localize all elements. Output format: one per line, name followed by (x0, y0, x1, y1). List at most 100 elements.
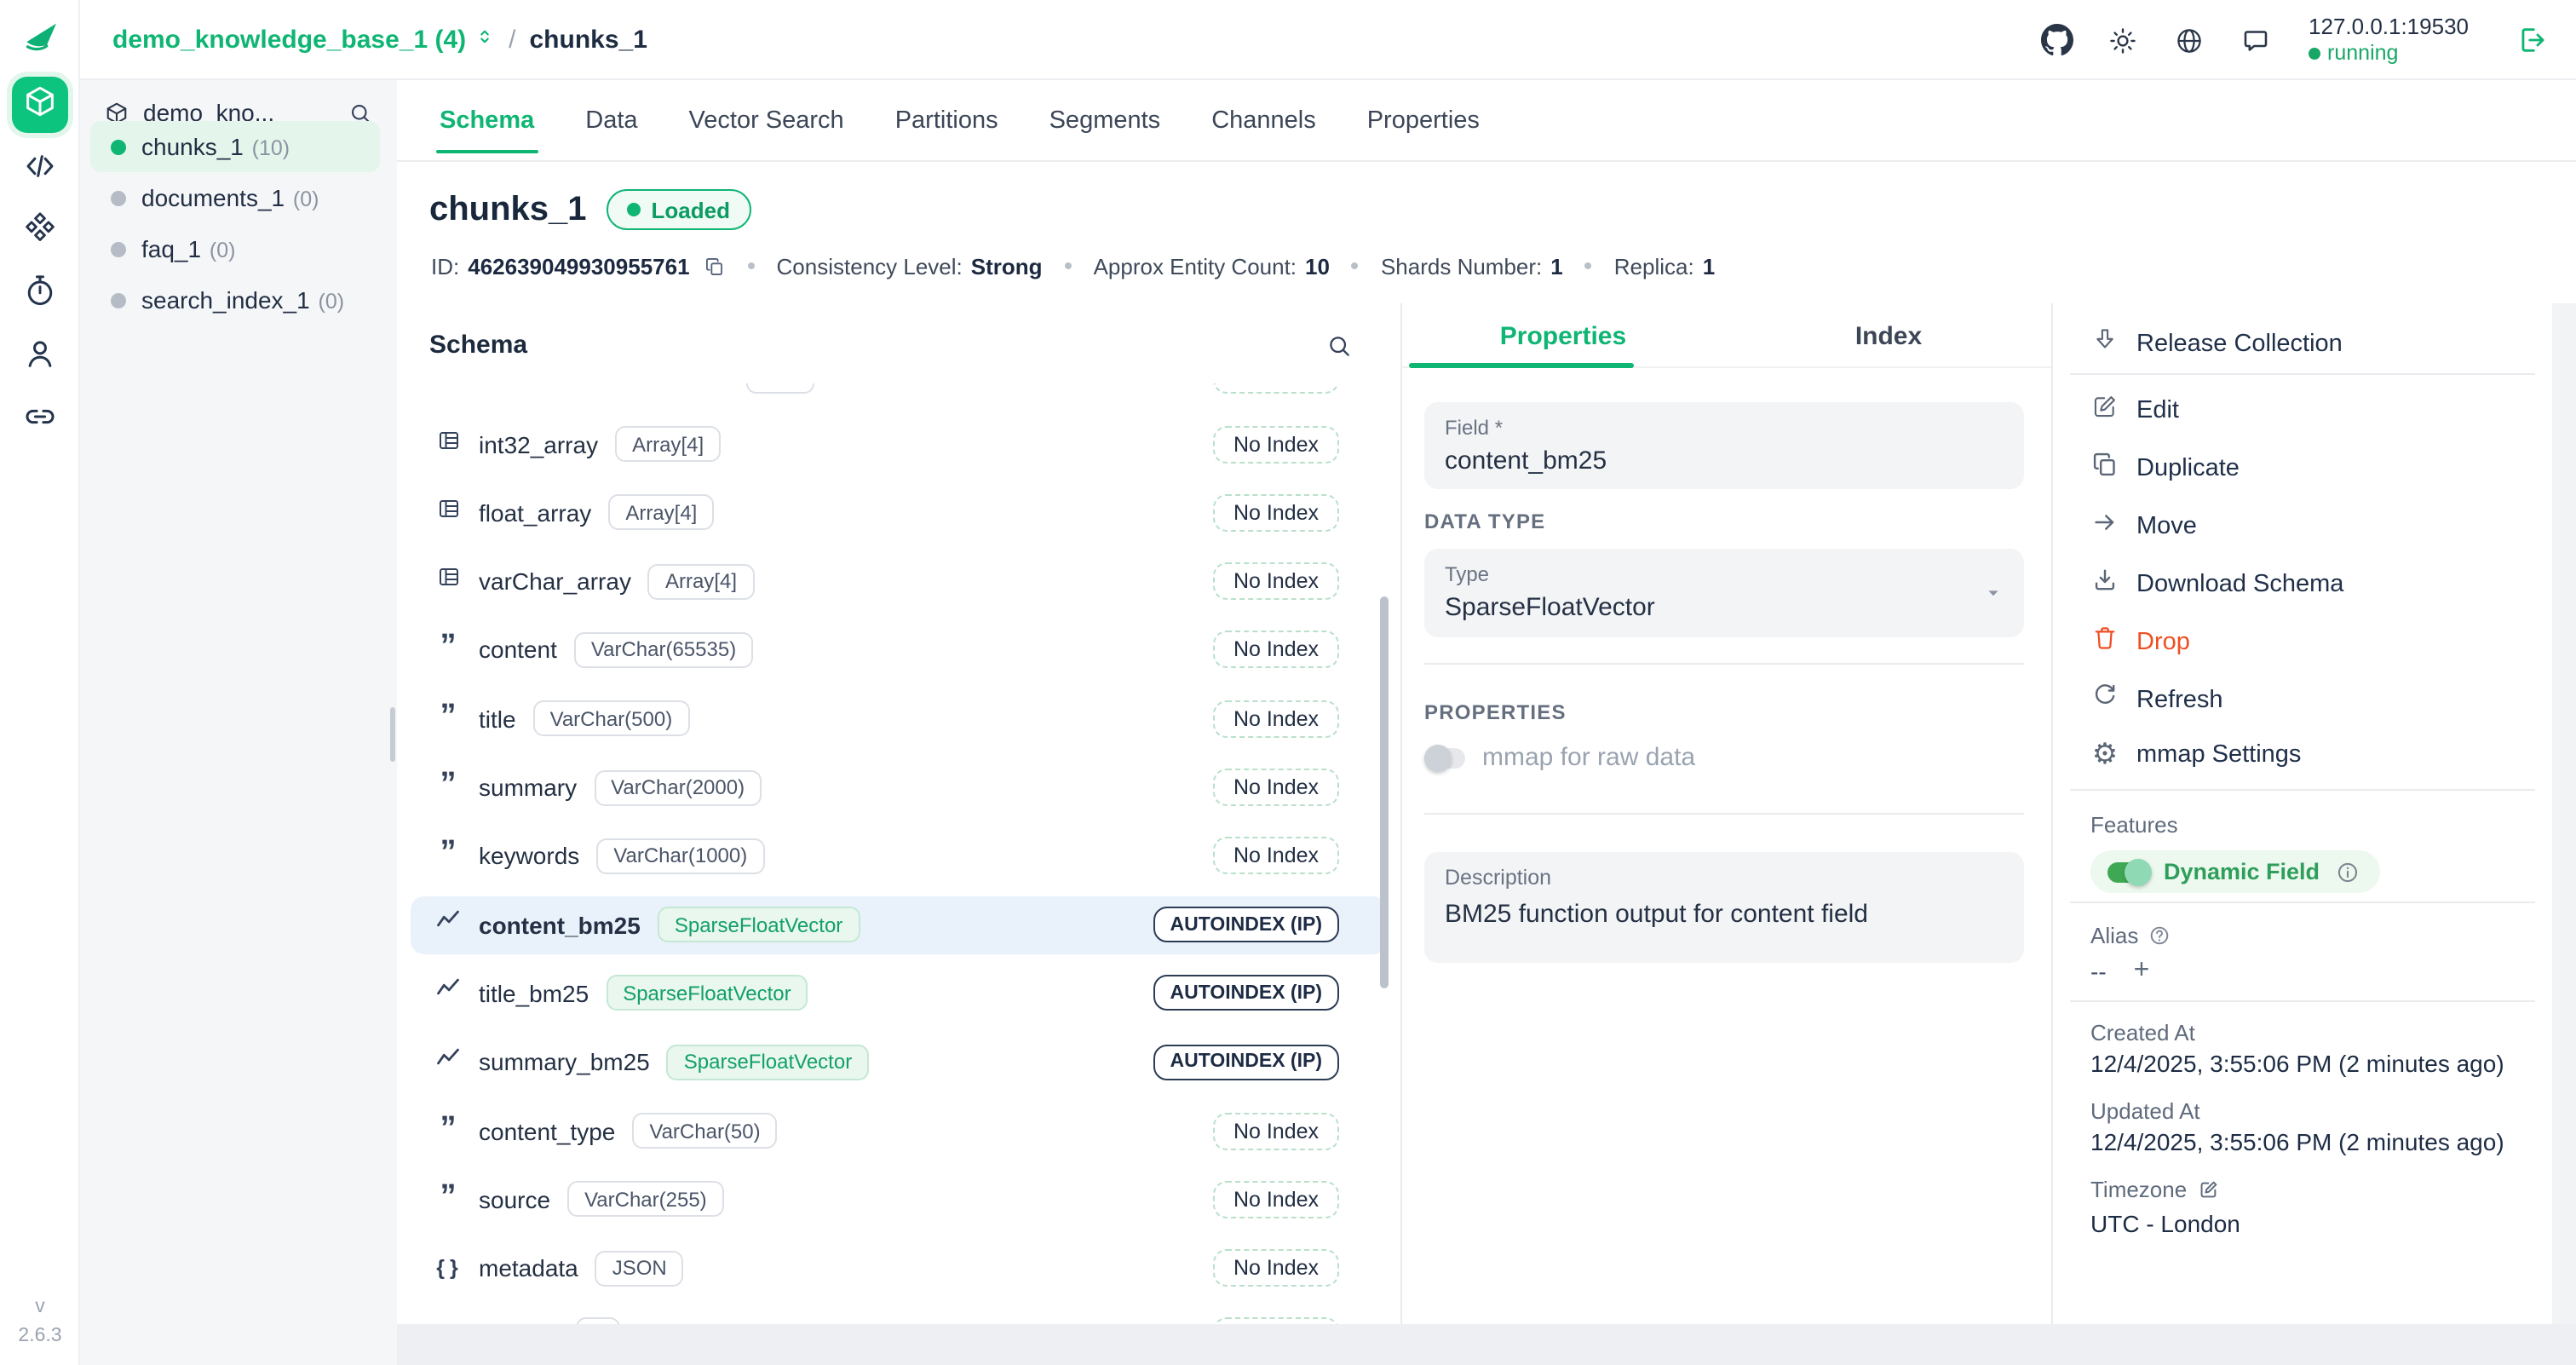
field-index-chip: No Index (1213, 700, 1339, 737)
question-circle-icon[interactable] (2148, 924, 2171, 947)
info-separator-dot (1065, 262, 1072, 269)
action-label: Release Collection (2136, 331, 2343, 358)
feedback-chat-icon[interactable] (2235, 20, 2276, 60)
varchar-field-icon: ” (440, 1120, 457, 1141)
release-collection-button[interactable]: Release Collection (2090, 320, 2343, 368)
properties-section-label: PROPERTIES (1424, 700, 1567, 724)
duplicate-button[interactable]: Duplicate (2090, 445, 2240, 492)
field-index-chip[interactable]: AUTOINDEX (IP) (1153, 1044, 1340, 1080)
rail-database-cube-icon[interactable] (12, 77, 68, 133)
field-index-chip[interactable]: AUTOINDEX (IP) (1153, 976, 1340, 1011)
rail-monitoring-stopwatch-icon[interactable] (12, 266, 68, 322)
type-label: Type (1445, 562, 2004, 586)
tab-vector-search[interactable]: Vector Search (689, 80, 844, 162)
breadcrumb-database[interactable]: demo_knowledge_base_1 (4) (112, 26, 495, 55)
connections-link-icon (22, 398, 58, 442)
add-alias-button[interactable]: + (2134, 958, 2150, 985)
schema-row-float_array[interactable]: float_arrayArray[4]No Index (411, 484, 1387, 542)
field-index-chip: No Index (1213, 494, 1339, 532)
timezone-label-text: Timezone (2090, 1177, 2187, 1202)
schema-row-keywords[interactable]: ”keywordsVarChar(1000)No Index (411, 827, 1387, 885)
nav-rail: v 2.6.3 (0, 0, 80, 1365)
rail-users-icon[interactable] (12, 329, 68, 385)
schema-row-content_type[interactable]: ”content_typeVarChar(50)No Index (411, 1102, 1387, 1160)
move-button[interactable]: Move (2090, 503, 2197, 550)
action-label: Drop (2136, 629, 2190, 656)
tab-channels[interactable]: Channels (1211, 80, 1316, 162)
rail-connections-link-icon[interactable] (12, 392, 68, 448)
field-type-chip: Array[4] (648, 563, 754, 599)
github-icon[interactable] (2036, 20, 2077, 60)
download-schema-button[interactable]: Download Schema (2090, 561, 2343, 608)
info-label: Replica: (1614, 253, 1694, 279)
tab-properties[interactable]: Properties (1367, 80, 1480, 162)
varchar-field-icon: ” (440, 708, 457, 729)
mmap-toggle[interactable] (1424, 747, 1465, 768)
schema-row-title[interactable]: ”titleVarChar(500)No Index (411, 689, 1387, 747)
schema-row-source[interactable]: ”sourceVarChar(255)No Index (411, 1171, 1387, 1229)
breadcrumb-collection: chunks_1 (530, 26, 647, 55)
dynamic-field-toggle[interactable] (2107, 861, 2148, 882)
download-icon (2090, 566, 2119, 603)
schema-scrollbar-thumb[interactable] (1380, 596, 1389, 988)
top-bar: demo_knowledge_base_1 (4) / chunks_1 127… (0, 0, 2576, 80)
theme-light-icon[interactable] (2102, 20, 2143, 60)
sidebar-collection-faq_1[interactable]: faq_1 (0) (90, 223, 380, 274)
field-type-chip: SparseFloatVector (606, 976, 808, 1011)
loaded-status-badge[interactable]: Loaded (607, 189, 750, 230)
schema-row-summary[interactable]: ”summaryVarChar(2000)No Index (411, 758, 1387, 816)
rail-code-playground-icon[interactable] (12, 141, 68, 198)
type-select[interactable]: Type SparseFloatVector (1424, 549, 2024, 637)
schema-field-list: No Index int32_arrayArray[4]No Index float… (397, 383, 1400, 1324)
field-index-chip[interactable]: AUTOINDEX (IP) (1153, 907, 1340, 942)
language-globe-icon[interactable] (2169, 20, 2210, 60)
schema-row-title_bm25[interactable]: title_bm25SparseFloatVectorAUTOINDEX (IP… (411, 965, 1387, 1022)
connection-info: 127.0.0.1:19530 running (2309, 13, 2469, 67)
sidebar-collection-documents_1[interactable]: documents_1 (0) (90, 172, 380, 223)
rail-cluster-diamonds-icon[interactable] (12, 203, 68, 259)
sidebar-resize-handle[interactable] (390, 707, 395, 762)
refresh-button[interactable]: Refresh (2090, 677, 2223, 724)
schema-row-summary_bm25[interactable]: summary_bm25SparseFloatVectorAUTOINDEX (… (411, 1033, 1387, 1091)
field-tab-properties[interactable]: Properties (1400, 303, 1726, 368)
status-dot (2309, 48, 2320, 60)
tabs-divider (397, 160, 2576, 162)
schema-row-content[interactable]: ”contentVarChar(65535)No Index (411, 621, 1387, 679)
milvus-logo[interactable] (20, 15, 61, 56)
edit-button[interactable]: Edit (2090, 387, 2179, 435)
schema-row-metadata[interactable]: { }metadataJSONNo Index (411, 1239, 1387, 1297)
info-circle-icon[interactable] (2335, 860, 2359, 884)
field-name-box[interactable]: Field * content_bm25 (1424, 402, 2024, 489)
action-label: Edit (2136, 397, 2179, 424)
info-label: ID: (431, 253, 459, 279)
info-label: Shards Number: (1381, 253, 1542, 279)
sidebar-collection-search_index_1[interactable]: search_index_1 (0) (90, 274, 380, 325)
drop-button[interactable]: Drop (2090, 619, 2190, 666)
breadcrumb-separator: / (509, 26, 515, 55)
details-divider-2 (2070, 1000, 2535, 1002)
field-tab-index[interactable]: Index (1726, 303, 2051, 368)
sidebar-collection-chunks_1[interactable]: chunks_1 (10) (90, 121, 380, 172)
disconnect-logout-icon[interactable] (2511, 20, 2552, 60)
schema-row-varChar_array[interactable]: varChar_arrayArray[4]No Index (411, 552, 1387, 610)
array-field-icon (435, 427, 461, 461)
dynamic-field-pill[interactable]: Dynamic Field (2090, 850, 2379, 893)
varchar-field-icon: ” (440, 777, 457, 798)
mmap-settings-button[interactable]: ⚙mmap Settings (2090, 731, 2301, 779)
tab-data[interactable]: Data (585, 80, 637, 162)
tab-partitions[interactable]: Partitions (895, 80, 998, 162)
varchar-field-icon: ” (440, 846, 457, 867)
edit-timezone-icon[interactable] (2197, 1178, 2219, 1201)
right-scrollbar-track[interactable] (2552, 303, 2576, 1324)
tab-schema[interactable]: Schema (440, 80, 534, 162)
schema-row-int32_array[interactable]: int32_arrayArray[4]No Index (411, 415, 1387, 473)
timezone-value: UTC - London (2090, 1210, 2240, 1237)
field-type-chip: VarChar(65535) (574, 632, 753, 668)
copy-icon[interactable] (704, 255, 726, 277)
schema-row-content_bm25[interactable]: content_bm25SparseFloatVectorAUTOINDEX (… (411, 896, 1387, 953)
schema-search-icon[interactable] (1325, 332, 1353, 368)
description-box[interactable]: Description BM25 function output for con… (1424, 852, 2024, 963)
connection-address: 127.0.0.1:19530 (2309, 13, 2469, 41)
info-replica: Replica:1 (1614, 253, 1715, 279)
tab-segments[interactable]: Segments (1049, 80, 1161, 162)
